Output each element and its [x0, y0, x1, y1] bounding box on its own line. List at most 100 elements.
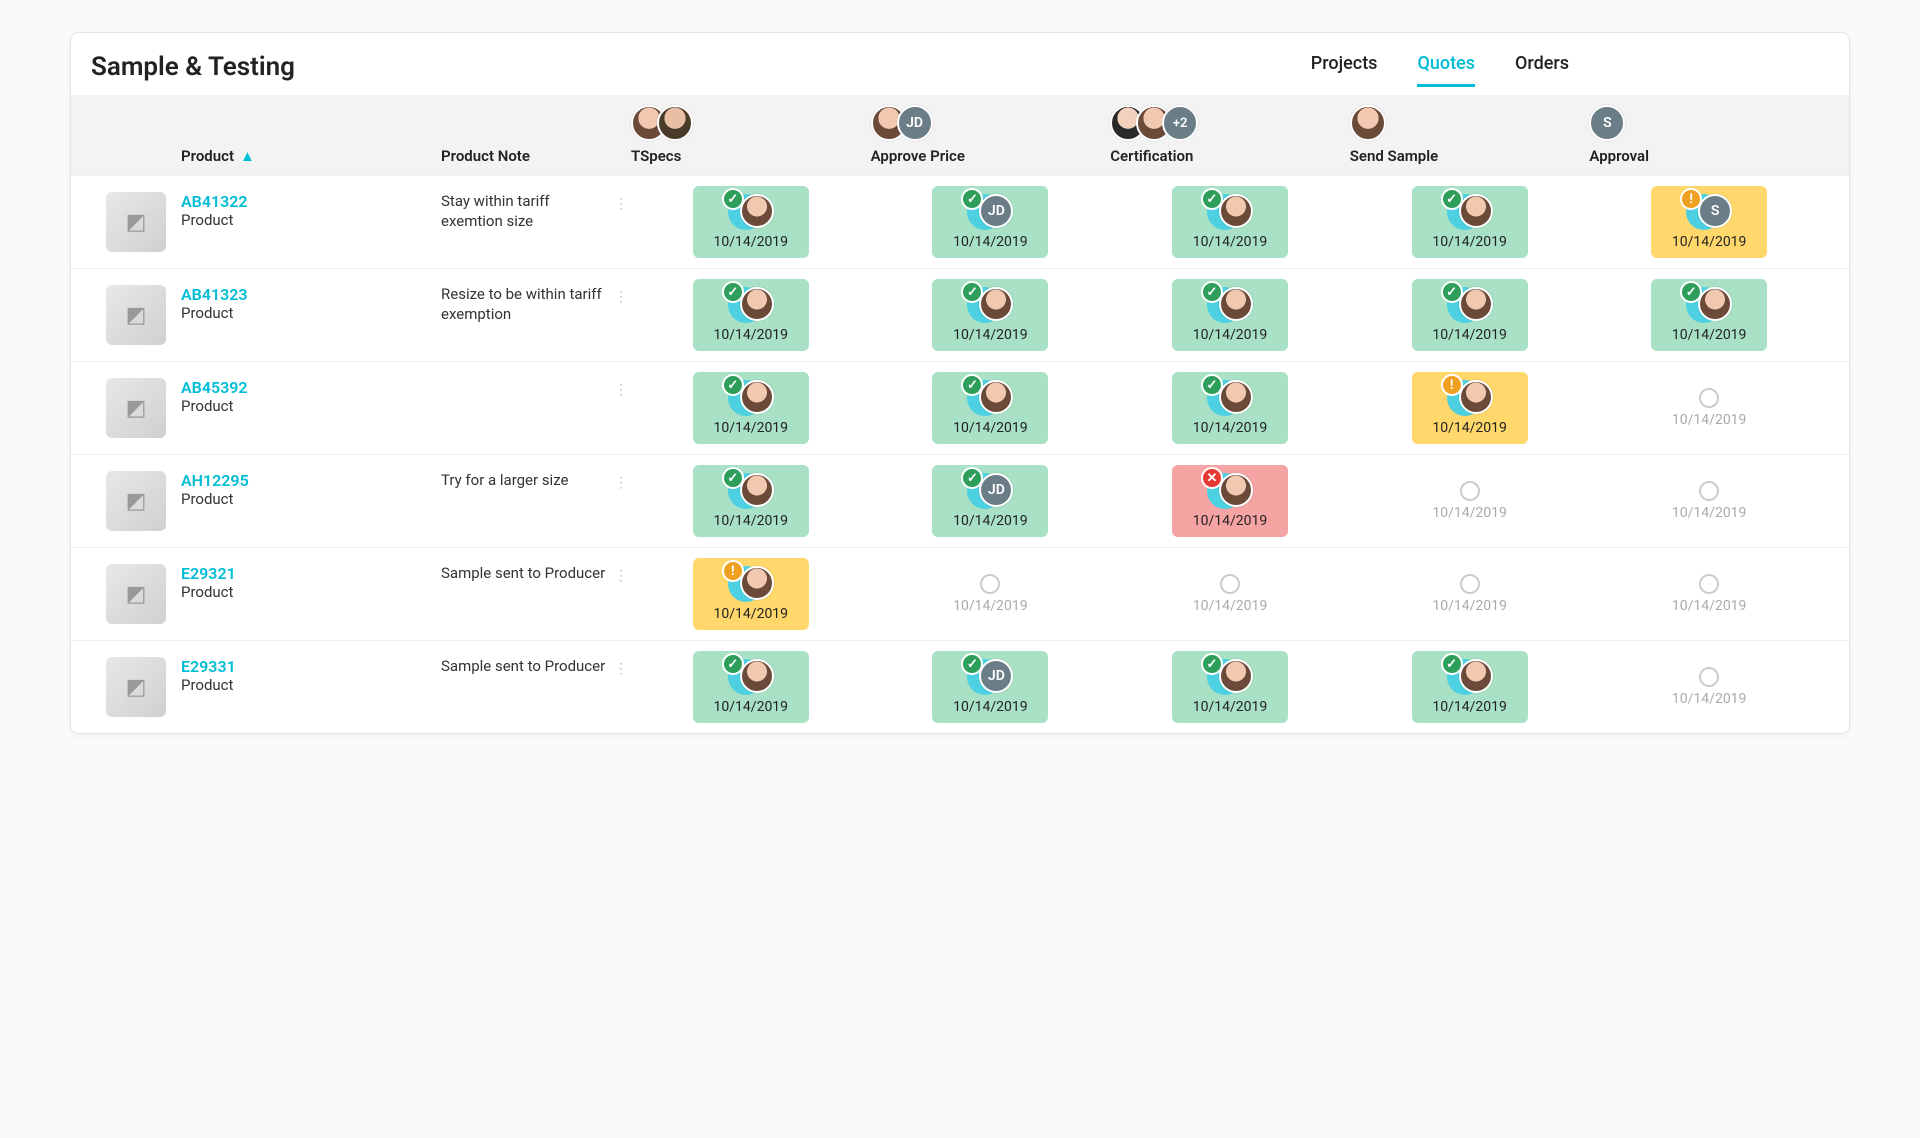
stage-cell[interactable]: ✓10/14/2019 [631, 651, 871, 723]
empty-circle-icon [1460, 481, 1480, 501]
stage-cell[interactable]: S!10/14/2019 [1589, 186, 1829, 258]
avatar-initials: S [1698, 194, 1732, 228]
stage-cell[interactable]: ✓10/14/2019 [871, 372, 1111, 444]
stage-cell[interactable]: 10/14/2019 [1589, 465, 1829, 537]
stage-header-certification[interactable]: +2 Certification [1110, 105, 1350, 165]
speaker-icon: ◩ [106, 564, 166, 624]
product-sku-link[interactable]: AB41323 [181, 285, 441, 304]
product-sku-link[interactable]: AB41322 [181, 192, 441, 211]
ring-box-icon: ◩ [106, 285, 166, 345]
product-sku-link[interactable]: AH12295 [181, 471, 441, 490]
stage-cell[interactable]: 10/14/2019 [1350, 465, 1590, 537]
stage-avatars-certification: +2 [1110, 105, 1198, 141]
stage-cell[interactable]: JD✓10/14/2019 [871, 465, 1111, 537]
product-sku-link[interactable]: E29321 [181, 564, 441, 583]
status-avatar-wrap: JD✓ [967, 659, 1013, 695]
column-header-note[interactable]: Product Note [441, 147, 631, 165]
empty-circle-icon [1220, 574, 1240, 594]
avatar-icon [1459, 194, 1493, 228]
stage-date: 10/14/2019 [714, 420, 789, 436]
stage-cell[interactable]: ✓10/14/2019 [1110, 372, 1350, 444]
avatar-icon [1698, 287, 1732, 321]
product-cell: AH12295Product [181, 465, 441, 537]
column-header-product[interactable]: Product ▲ [181, 147, 441, 165]
stage-date: 10/14/2019 [1672, 505, 1747, 521]
row-menu-button[interactable]: ⋮ [611, 186, 631, 258]
stage-header-approve-price[interactable]: JD Approve Price [871, 105, 1111, 165]
kebab-icon: ⋮ [614, 568, 628, 584]
stage-cell[interactable]: ✓10/14/2019 [1350, 186, 1590, 258]
status-avatar-wrap: ✓ [1207, 659, 1253, 695]
kebab-icon: ⋮ [614, 382, 628, 398]
row-menu-button[interactable]: ⋮ [611, 651, 631, 723]
row-menu-button[interactable]: ⋮ [611, 279, 631, 351]
stage-cell[interactable]: 10/14/2019 [1589, 372, 1829, 444]
stage-cell[interactable]: JD✓10/14/2019 [871, 651, 1111, 723]
stage-cell[interactable]: !10/14/2019 [1350, 372, 1590, 444]
stage-date: 10/14/2019 [953, 327, 1028, 343]
stage-header-label: Certification [1110, 147, 1193, 165]
product-sku-link[interactable]: AB45392 [181, 378, 441, 397]
status-card-complete: ✓10/14/2019 [693, 465, 809, 537]
stage-avatars-approval: S [1589, 105, 1625, 141]
kebab-icon: ⋮ [614, 661, 628, 677]
stage-cell[interactable]: ✓10/14/2019 [631, 372, 871, 444]
stage-cell[interactable]: ✓10/14/2019 [631, 186, 871, 258]
product-subtitle: Product [181, 583, 441, 601]
column-header-product-label: Product [181, 147, 234, 165]
check-icon: ✓ [722, 467, 744, 489]
status-avatar-wrap: ✕ [1207, 473, 1253, 509]
stage-cell[interactable]: ✓10/14/2019 [1350, 279, 1590, 351]
status-card-complete: JD✓10/14/2019 [932, 186, 1048, 258]
row-menu-button[interactable]: ⋮ [611, 465, 631, 537]
row-menu-button[interactable]: ⋮ [611, 558, 631, 630]
earbuds-icon: ◩ [106, 378, 166, 438]
status-card-complete: JD✓10/14/2019 [932, 465, 1048, 537]
avatar-initials: JD [979, 473, 1013, 507]
status-empty: 10/14/2019 [1193, 574, 1268, 614]
status-avatar-wrap: ✓ [1207, 194, 1253, 230]
stage-cell[interactable]: 10/14/2019 [1589, 558, 1829, 630]
stage-date: 10/14/2019 [1193, 598, 1268, 614]
stage-cell[interactable]: ✕10/14/2019 [1110, 465, 1350, 537]
table-row: ◩AB41322ProductStay within tariff exemti… [71, 175, 1849, 268]
stage-cell[interactable]: 10/14/2019 [1589, 651, 1829, 723]
empty-circle-icon [1460, 574, 1480, 594]
exclamation-icon: ! [1680, 188, 1702, 210]
product-note: Sample sent to Producer [441, 651, 611, 723]
stage-cell[interactable]: ✓10/14/2019 [1589, 279, 1829, 351]
status-card-complete: ✓10/14/2019 [693, 651, 809, 723]
status-card-warning: !10/14/2019 [1412, 372, 1528, 444]
stage-cell[interactable]: JD✓10/14/2019 [871, 186, 1111, 258]
stage-cell[interactable]: 10/14/2019 [1110, 558, 1350, 630]
stage-cell[interactable]: !10/14/2019 [631, 558, 871, 630]
status-card-complete: ✓10/14/2019 [693, 279, 809, 351]
status-empty: 10/14/2019 [1432, 574, 1507, 614]
topbar: Sample & Testing Projects Quotes Orders [71, 33, 1849, 95]
avatar-icon [657, 105, 693, 141]
status-empty: 10/14/2019 [1432, 481, 1507, 521]
tab-quotes[interactable]: Quotes [1417, 47, 1475, 87]
stage-header-tspecs[interactable]: TSpecs [631, 105, 871, 165]
avatar-icon [979, 287, 1013, 321]
stage-cell[interactable]: ✓10/14/2019 [631, 279, 871, 351]
stage-header-approval[interactable]: S Approval [1589, 105, 1829, 165]
stage-cell[interactable]: 10/14/2019 [871, 558, 1111, 630]
stage-cell[interactable]: ✓10/14/2019 [1110, 651, 1350, 723]
empty-circle-icon [1699, 574, 1719, 594]
product-note: Try for a larger size [441, 465, 611, 537]
stage-header-send-sample[interactable]: Send Sample [1350, 105, 1590, 165]
avatar-icon [1219, 473, 1253, 507]
product-sku-link[interactable]: E29331 [181, 657, 441, 676]
stage-cell[interactable]: ✓10/14/2019 [631, 465, 871, 537]
tab-orders[interactable]: Orders [1515, 47, 1569, 87]
stage-cell[interactable]: 10/14/2019 [1350, 558, 1590, 630]
stage-cell[interactable]: ✓10/14/2019 [1350, 651, 1590, 723]
row-menu-button[interactable]: ⋮ [611, 372, 631, 444]
stage-cell[interactable]: ✓10/14/2019 [1110, 186, 1350, 258]
stage-cell[interactable]: ✓10/14/2019 [1110, 279, 1350, 351]
tab-projects[interactable]: Projects [1311, 47, 1378, 87]
empty-circle-icon [1699, 481, 1719, 501]
table-row: ◩AH12295ProductTry for a larger size⋮✓10… [71, 454, 1849, 547]
stage-cell[interactable]: ✓10/14/2019 [871, 279, 1111, 351]
